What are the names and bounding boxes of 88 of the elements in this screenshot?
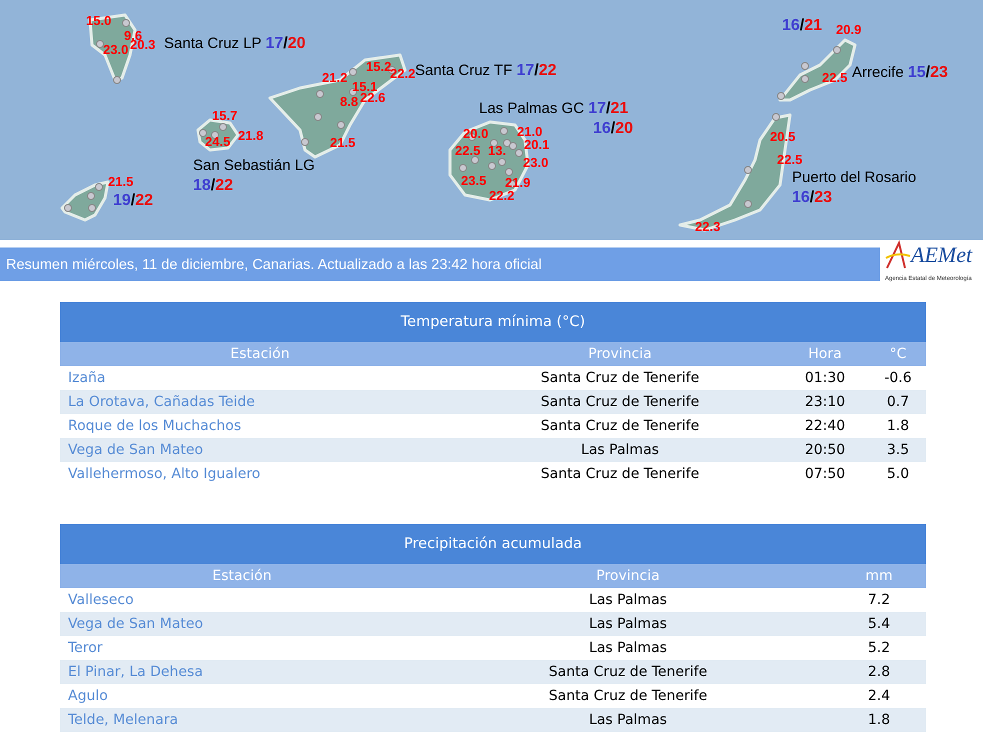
column-header: Provincia <box>595 568 661 584</box>
station-link[interactable]: Teror <box>68 640 103 656</box>
temperature-label: 23.0 <box>523 155 548 170</box>
column-header: mm <box>864 568 894 584</box>
temperature-label: 21.2 <box>322 70 348 85</box>
temperature-label: 15.7 <box>212 108 238 123</box>
temperature-label: 8.8 <box>340 94 358 109</box>
temperature-label: 21.5 <box>330 135 356 150</box>
table-cell: Las Palmas <box>589 592 667 608</box>
temperature-label: 22.5 <box>777 152 802 167</box>
table-cell: 5.4 <box>868 616 890 632</box>
temperature-label: 20.0 <box>463 126 488 141</box>
station-link[interactable]: Valleseco <box>68 592 134 608</box>
table-cell: Santa Cruz de Tenerife <box>540 394 700 410</box>
table-title: Temperatura mínima (°C) <box>60 302 926 342</box>
table-cell: Las Palmas <box>589 712 667 728</box>
table-title: Precipitación acumulada <box>60 524 926 564</box>
temperature-label: 13. <box>488 143 506 158</box>
column-header: Estación <box>211 568 273 584</box>
temperature-label: 21.9 <box>505 175 530 190</box>
table-cell: Santa Cruz de Tenerife <box>548 688 708 704</box>
temperature-label: 22.5 <box>455 143 480 158</box>
temperature-label: 15.0 <box>86 13 112 28</box>
temperature-label: 20.1 <box>524 137 550 152</box>
temperature-label: 23.5 <box>461 173 486 188</box>
city-name: Santa Cruz LP <box>164 35 262 52</box>
min-max-temperature: 19/22 <box>113 192 154 209</box>
table-cell: 23:10 <box>804 394 846 410</box>
table-cell: Las Palmas <box>589 616 667 632</box>
table-cell: 3.5 <box>886 442 910 458</box>
table-cell: Santa Cruz de Tenerife <box>540 370 700 386</box>
temperature-label: 22.2 <box>489 188 514 203</box>
logo-wordmark: AEMet <box>911 242 974 268</box>
city-name: Santa Cruz TF <box>415 62 512 79</box>
station-link[interactable]: Agulo <box>68 688 108 704</box>
table-cell: -0.6 <box>884 370 912 386</box>
table-cell: 5.0 <box>886 466 910 482</box>
temperature-label: 20.9 <box>836 22 862 37</box>
city-name: Puerto del Rosario <box>792 169 916 186</box>
station-link[interactable]: Vega de San Mateo <box>68 616 204 632</box>
min-max-temperature: 16/20 <box>593 120 634 137</box>
table-cell: 20:50 <box>804 442 846 458</box>
table-cell: Santa Cruz de Tenerife <box>540 418 700 434</box>
temperature-label: 21.5 <box>108 174 134 189</box>
temperature-label: 15.2 <box>366 59 392 74</box>
station-link[interactable]: El Pinar, La Dehesa <box>68 664 203 680</box>
table-cell: Santa Cruz de Tenerife <box>540 466 700 482</box>
table-cell: Las Palmas <box>589 640 667 656</box>
min-max-temperature: 15/23 <box>908 64 948 81</box>
city-name: San Sebastián LG <box>193 157 315 174</box>
column-header: °C <box>888 346 908 362</box>
table-cell: 2.4 <box>868 688 890 704</box>
station-link[interactable]: La Orotava, Cañadas Teide <box>68 394 255 410</box>
table-cell: 0.7 <box>886 394 910 410</box>
column-header: Provincia <box>587 346 653 362</box>
min-max-temperature: 17/21 <box>588 100 628 117</box>
station-link[interactable]: Vallehermoso, Alto Igualero <box>68 466 260 482</box>
temperature-label: 22.5 <box>822 70 848 85</box>
temperature-label: 22.2 <box>390 66 416 81</box>
city-name: Arrecife <box>852 64 904 81</box>
column-header: Hora <box>807 346 843 362</box>
table-cell: 2.8 <box>868 664 890 680</box>
table-cell: Santa Cruz de Tenerife <box>548 664 708 680</box>
station-link[interactable]: Izaña <box>68 370 106 386</box>
table-cell: Las Palmas <box>581 442 659 458</box>
table-cell: 22:40 <box>804 418 846 434</box>
temperature-label: 21.0 <box>517 124 542 139</box>
min-max-temperature: 17/22 <box>516 62 556 79</box>
table-cell: 1.8 <box>886 418 910 434</box>
temperature-label: 21.8 <box>238 128 264 143</box>
summary-text: Resumen miércoles, 11 de diciembre, Canarias. Actualizado a las 23:42 hora oficial <box>6 256 542 272</box>
temperature-label: 22.3 <box>695 219 720 234</box>
min-max-temperature: 16/21 <box>782 17 822 34</box>
station-link[interactable]: Telde, Melenara <box>68 712 178 728</box>
temperature-label: 24.5 <box>205 134 230 149</box>
table-cell: 07:50 <box>804 466 846 482</box>
station-link[interactable]: Vega de San Mateo <box>68 442 204 458</box>
column-header: Estación <box>229 346 291 362</box>
temperature-label: 23.0 <box>103 42 128 57</box>
city-name: Las Palmas GC <box>479 100 584 117</box>
min-max-temperature: 17/20 <box>265 35 306 52</box>
table-cell: 5.2 <box>868 640 890 656</box>
table-cell: 1.8 <box>868 712 890 728</box>
min-max-temperature: 18/22 <box>193 177 234 194</box>
min-max-temperature: 16/23 <box>792 189 832 206</box>
table-cell: 01:30 <box>804 370 846 386</box>
table-cell: 7.2 <box>868 592 890 608</box>
station-link[interactable]: Roque de los Muchachos <box>68 418 242 434</box>
